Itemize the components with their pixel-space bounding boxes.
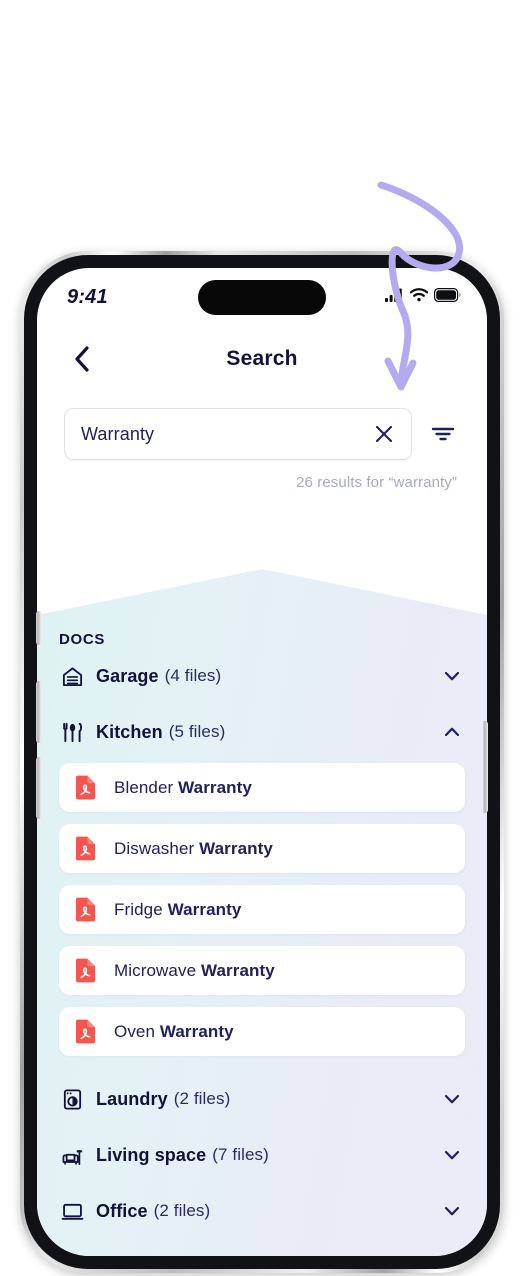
chevron-down-icon[interactable] bbox=[441, 1144, 463, 1166]
washing-machine-icon bbox=[59, 1088, 85, 1111]
folder-row-laundry[interactable]: Laundry (2 files) bbox=[37, 1071, 487, 1127]
sofa-lamp-icon bbox=[59, 1144, 85, 1167]
back-button[interactable] bbox=[67, 344, 97, 374]
file-list-kitchen: Blender Warranty Diswasher Warranty Frid… bbox=[37, 760, 487, 1071]
pdf-icon bbox=[75, 1019, 97, 1044]
docs-section-label: DOCS bbox=[59, 631, 106, 648]
file-name-match: Warranty bbox=[167, 899, 242, 919]
results-count: 26 results for “warranty” bbox=[296, 474, 457, 491]
file-row[interactable]: Microwave Warranty bbox=[59, 946, 465, 995]
chevron-down-icon[interactable] bbox=[441, 1088, 463, 1110]
pdf-icon bbox=[75, 958, 97, 983]
folder-count: (2 files) bbox=[173, 1089, 231, 1108]
filter-icon bbox=[431, 427, 455, 441]
chevron-down-icon[interactable] bbox=[441, 665, 463, 687]
nav-bar: Search bbox=[37, 328, 487, 390]
folder-name: Office bbox=[96, 1200, 148, 1221]
search-input[interactable]: Warranty bbox=[64, 408, 412, 460]
search-input-value: Warranty bbox=[81, 423, 155, 444]
status-icons bbox=[385, 288, 461, 302]
page-title: Search bbox=[226, 347, 298, 370]
file-row[interactable]: Fridge Warranty bbox=[59, 885, 465, 934]
file-row[interactable]: Diswasher Warranty bbox=[59, 824, 465, 873]
battery-icon bbox=[434, 288, 461, 302]
folder-count: (2 files) bbox=[153, 1201, 211, 1220]
laptop-icon bbox=[59, 1200, 85, 1223]
file-name: Diswasher Warranty bbox=[114, 839, 273, 859]
filter-button[interactable] bbox=[426, 417, 460, 451]
folder-row-office[interactable]: Office (2 files) bbox=[37, 1183, 487, 1239]
garage-icon bbox=[59, 665, 85, 688]
cellular-signal-icon bbox=[385, 288, 402, 302]
folder-name: Laundry bbox=[96, 1088, 168, 1109]
folder-name: Living space bbox=[96, 1144, 207, 1165]
volume-up-button[interactable] bbox=[36, 681, 41, 743]
file-name-match: Warranty bbox=[199, 838, 273, 858]
wifi-icon bbox=[410, 288, 428, 302]
kitchen-icon bbox=[59, 721, 85, 744]
folder-row-living-space[interactable]: Living space (7 files) bbox=[37, 1127, 487, 1183]
dynamic-island bbox=[198, 280, 326, 315]
chevron-down-icon[interactable] bbox=[441, 1200, 463, 1222]
file-name: Oven Warranty bbox=[114, 1022, 234, 1042]
pdf-icon bbox=[75, 897, 97, 922]
status-bar: 9:41 bbox=[37, 268, 487, 328]
pdf-icon bbox=[75, 836, 97, 861]
iphone-mockup: 9:41 Search Warranty 26 results for “war… bbox=[20, 251, 504, 1273]
folder-row-kitchen[interactable]: Kitchen (5 files) bbox=[37, 704, 487, 760]
file-row[interactable]: Oven Warranty bbox=[59, 1007, 465, 1056]
docs-panel: DOCS Garage (4 files) Kitchen (5 files) … bbox=[37, 569, 487, 1256]
chevron-left-icon bbox=[75, 346, 89, 372]
search-row: Warranty bbox=[37, 390, 487, 460]
phone-bezel: 9:41 Search Warranty 26 results for “war… bbox=[24, 255, 500, 1269]
folder-count: (5 files) bbox=[168, 722, 226, 741]
file-name: Fridge Warranty bbox=[114, 900, 241, 920]
file-name: Microwave Warranty bbox=[114, 961, 275, 981]
chevron-up-icon[interactable] bbox=[441, 721, 463, 743]
file-name-match: Warranty bbox=[178, 777, 252, 797]
folder-count: (7 files) bbox=[212, 1145, 269, 1164]
file-row[interactable]: Blender Warranty bbox=[59, 763, 465, 812]
file-name-prefix: Microwave bbox=[114, 960, 201, 980]
file-name-prefix: Fridge bbox=[114, 899, 168, 919]
folder-name: Kitchen bbox=[96, 721, 163, 742]
file-name-prefix: Blender bbox=[114, 777, 179, 797]
file-name-prefix: Diswasher bbox=[114, 838, 200, 858]
file-name-match: Warranty bbox=[159, 1021, 234, 1041]
file-name-prefix: Oven bbox=[114, 1021, 160, 1041]
volume-down-button[interactable] bbox=[36, 757, 41, 819]
file-name-match: Warranty bbox=[200, 960, 275, 980]
status-time: 9:41 bbox=[67, 286, 108, 308]
folder-row-garage[interactable]: Garage (4 files) bbox=[37, 648, 487, 704]
power-button[interactable] bbox=[483, 721, 488, 813]
phone-screen: 9:41 Search Warranty 26 results for “war… bbox=[37, 268, 487, 1256]
silent-switch[interactable] bbox=[36, 611, 41, 645]
folder-count: (4 files) bbox=[164, 666, 222, 685]
folder-name: Garage bbox=[96, 665, 159, 686]
clear-search-button[interactable] bbox=[371, 421, 397, 447]
file-name: Blender Warranty bbox=[114, 778, 252, 798]
pdf-icon bbox=[75, 775, 97, 800]
close-icon bbox=[375, 425, 393, 443]
